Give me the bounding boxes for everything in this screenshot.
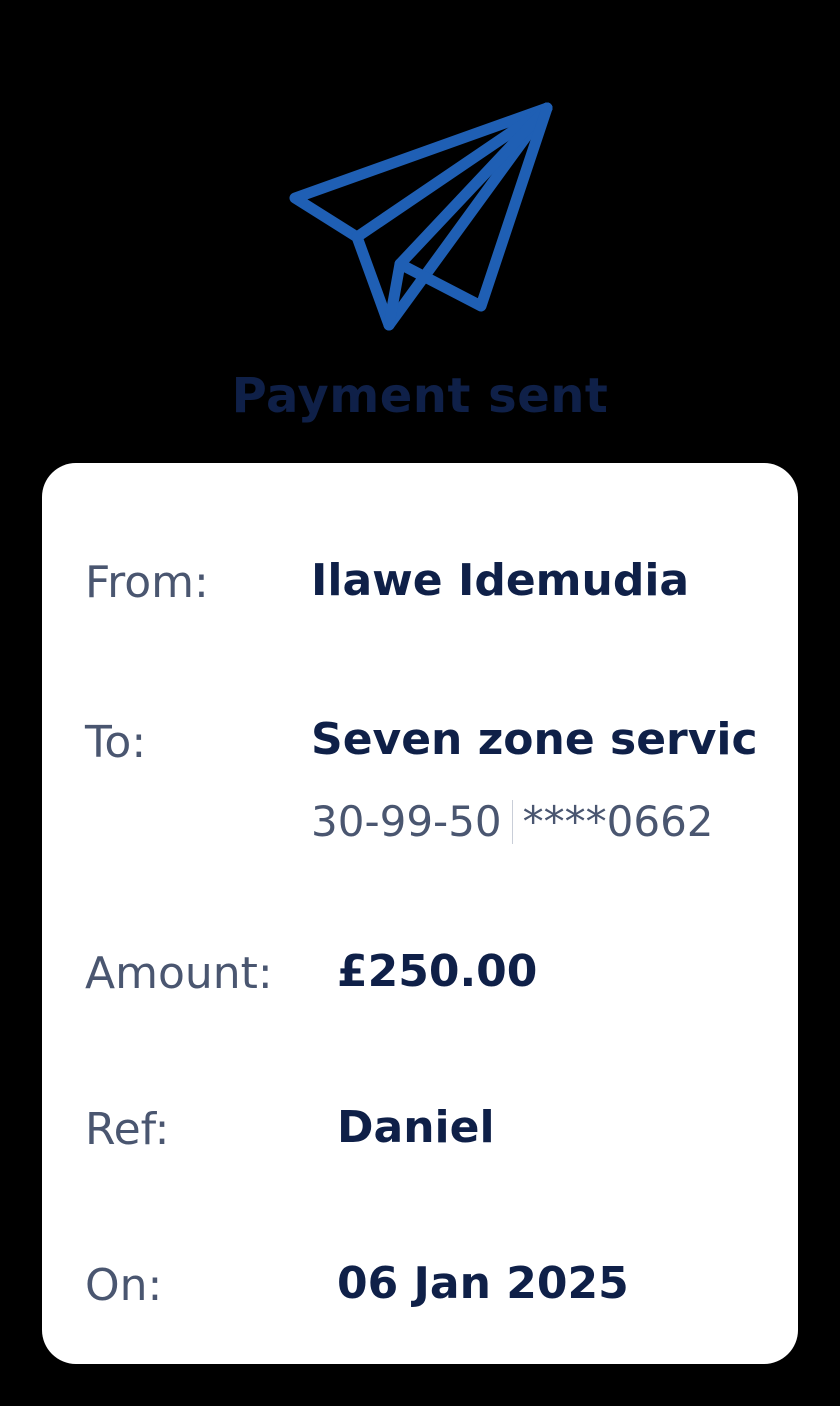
from-label: From: bbox=[85, 557, 209, 608]
ref-value: Daniel bbox=[337, 1102, 495, 1153]
from-value: Ilawe Idemudia bbox=[311, 555, 690, 606]
account-number: ****0662 bbox=[522, 797, 714, 846]
to-value: Seven zone service L bbox=[311, 716, 756, 765]
sort-code: 30-99-50 bbox=[311, 797, 502, 846]
account-separator bbox=[511, 800, 513, 844]
page-title: Payment sent bbox=[231, 368, 609, 424]
ref-label: Ref: bbox=[85, 1104, 170, 1155]
amount-value: £250.00 bbox=[337, 946, 538, 997]
account-details: 30-99-50 ****0662 bbox=[311, 800, 714, 844]
date-value: 06 Jan 2025 bbox=[337, 1258, 629, 1309]
amount-label: Amount: bbox=[85, 948, 273, 999]
on-label: On: bbox=[85, 1260, 163, 1311]
payment-details-card: From: Ilawe Idemudia To: Seven zone serv… bbox=[42, 463, 798, 1364]
to-label: To: bbox=[85, 717, 147, 768]
paper-plane-icon bbox=[285, 100, 555, 332]
